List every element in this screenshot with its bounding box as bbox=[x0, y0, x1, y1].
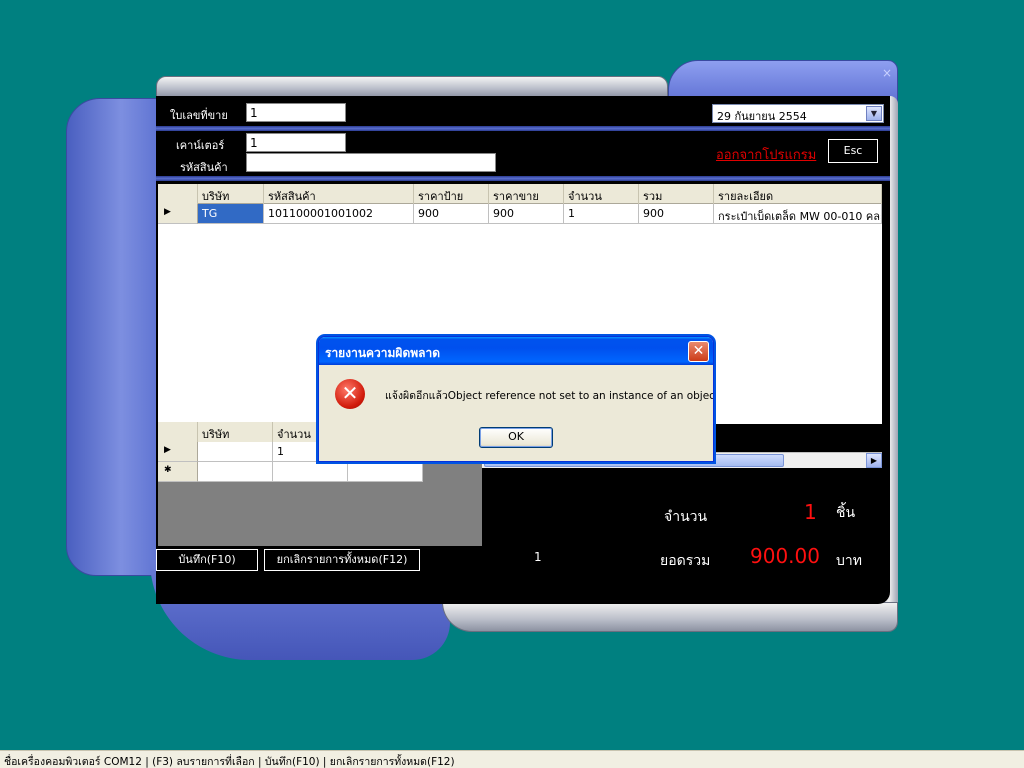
grid-header: บริษัท รหัสสินค้า ราคาป้าย ราคาขาย จำนวน… bbox=[158, 184, 882, 204]
new-row-icon: ✱ bbox=[158, 462, 198, 482]
cell-extra[interactable] bbox=[348, 462, 423, 482]
table-row[interactable]: ▶ TG 101100001001002 900 900 1 900 กระเป… bbox=[158, 204, 882, 224]
total-label: ยอดรวม bbox=[660, 553, 711, 569]
esc-button[interactable]: Esc bbox=[828, 139, 878, 163]
row-marker-icon: ▶ bbox=[158, 442, 198, 462]
cell-details[interactable]: กระเป๋าเบ็ดเตล็ด MW 00-010 คละสี bbox=[714, 204, 882, 224]
chevron-down-icon[interactable]: ▼ bbox=[866, 106, 882, 121]
row-marker-icon: ▶ bbox=[158, 204, 198, 224]
cell-tag-price[interactable]: 900 bbox=[414, 204, 489, 224]
separator bbox=[156, 176, 890, 181]
quantity-unit: ชิ้น bbox=[836, 505, 856, 521]
cell-total[interactable]: 900 bbox=[639, 204, 714, 224]
cell-company[interactable]: TG bbox=[198, 204, 264, 224]
counter-input[interactable]: 1 bbox=[246, 133, 346, 152]
col-total[interactable]: รวม bbox=[639, 184, 714, 204]
col-company[interactable]: บริษัท bbox=[198, 184, 264, 204]
skin-bottom-bar bbox=[442, 602, 898, 632]
total-value: 900.00 bbox=[750, 544, 820, 568]
col-company[interactable]: บริษัท bbox=[198, 422, 273, 442]
status-bar: ชื่อเครื่องคอมพิวเตอร์ COM12 | (F3) ลบรา… bbox=[0, 750, 1024, 768]
product-code-input[interactable] bbox=[246, 153, 496, 172]
cell-quantity[interactable]: 1 bbox=[564, 204, 639, 224]
total-unit: บาท bbox=[836, 553, 862, 569]
skin-top-bar bbox=[156, 76, 668, 98]
cancel-all-button[interactable]: ยกเลิกรายการทั้งหมด(F12) bbox=[264, 549, 420, 571]
window-close-icon[interactable]: × bbox=[880, 66, 894, 80]
col-details[interactable]: รายละเอียด bbox=[714, 184, 882, 204]
counter-label: เคาน์เตอร์ bbox=[176, 139, 225, 152]
product-code-label: รหัสสินค้า bbox=[180, 161, 228, 174]
date-value: 29 กันยายน 2554 bbox=[717, 110, 807, 123]
cell-company[interactable]: TG bbox=[198, 442, 273, 462]
exit-program-link[interactable]: ออกจากโปรแกรม bbox=[716, 144, 816, 165]
quantity-value: 1 bbox=[804, 500, 817, 524]
col-quantity[interactable]: จำนวน bbox=[564, 184, 639, 204]
close-icon[interactable]: ✕ bbox=[688, 341, 709, 362]
row-header-corner bbox=[158, 184, 198, 204]
dialog-title: รายงานความผิดพลาด bbox=[319, 337, 713, 365]
table-row-new[interactable]: ✱ bbox=[158, 462, 423, 482]
error-dialog: รายงานความผิดพลาด ✕ ✕ แจ้งผิดอีกแล้วObje… bbox=[318, 336, 714, 462]
col-sale-price[interactable]: ราคาขาย bbox=[489, 184, 564, 204]
item-count: 1 bbox=[534, 550, 542, 564]
cell-company[interactable] bbox=[198, 462, 273, 482]
cell-sale-price[interactable]: 900 bbox=[489, 204, 564, 224]
save-button[interactable]: บันทึก(F10) bbox=[156, 549, 258, 571]
cell-product-code[interactable]: 101100001001002 bbox=[264, 204, 414, 224]
date-picker[interactable]: 29 กันยายน 2554 ▼ bbox=[712, 104, 884, 123]
dialog-message: แจ้งผิดอีกแล้วObject reference not set t… bbox=[385, 390, 714, 402]
ok-button[interactable]: OK bbox=[479, 427, 553, 448]
separator bbox=[156, 126, 890, 131]
chevron-right-icon[interactable]: ▶ bbox=[866, 453, 882, 468]
col-tag-price[interactable]: ราคาป้าย bbox=[414, 184, 489, 204]
cell-quantity[interactable] bbox=[273, 462, 348, 482]
skin-left-wing bbox=[66, 98, 166, 576]
row-header-corner bbox=[158, 422, 198, 442]
invoice-label: ใบเลขที่ขาย bbox=[170, 109, 228, 122]
quantity-label: จำนวน bbox=[664, 509, 708, 525]
col-product-code[interactable]: รหัสสินค้า bbox=[264, 184, 414, 204]
error-icon: ✕ bbox=[335, 379, 365, 409]
invoice-number-input[interactable]: 1 bbox=[246, 103, 346, 122]
